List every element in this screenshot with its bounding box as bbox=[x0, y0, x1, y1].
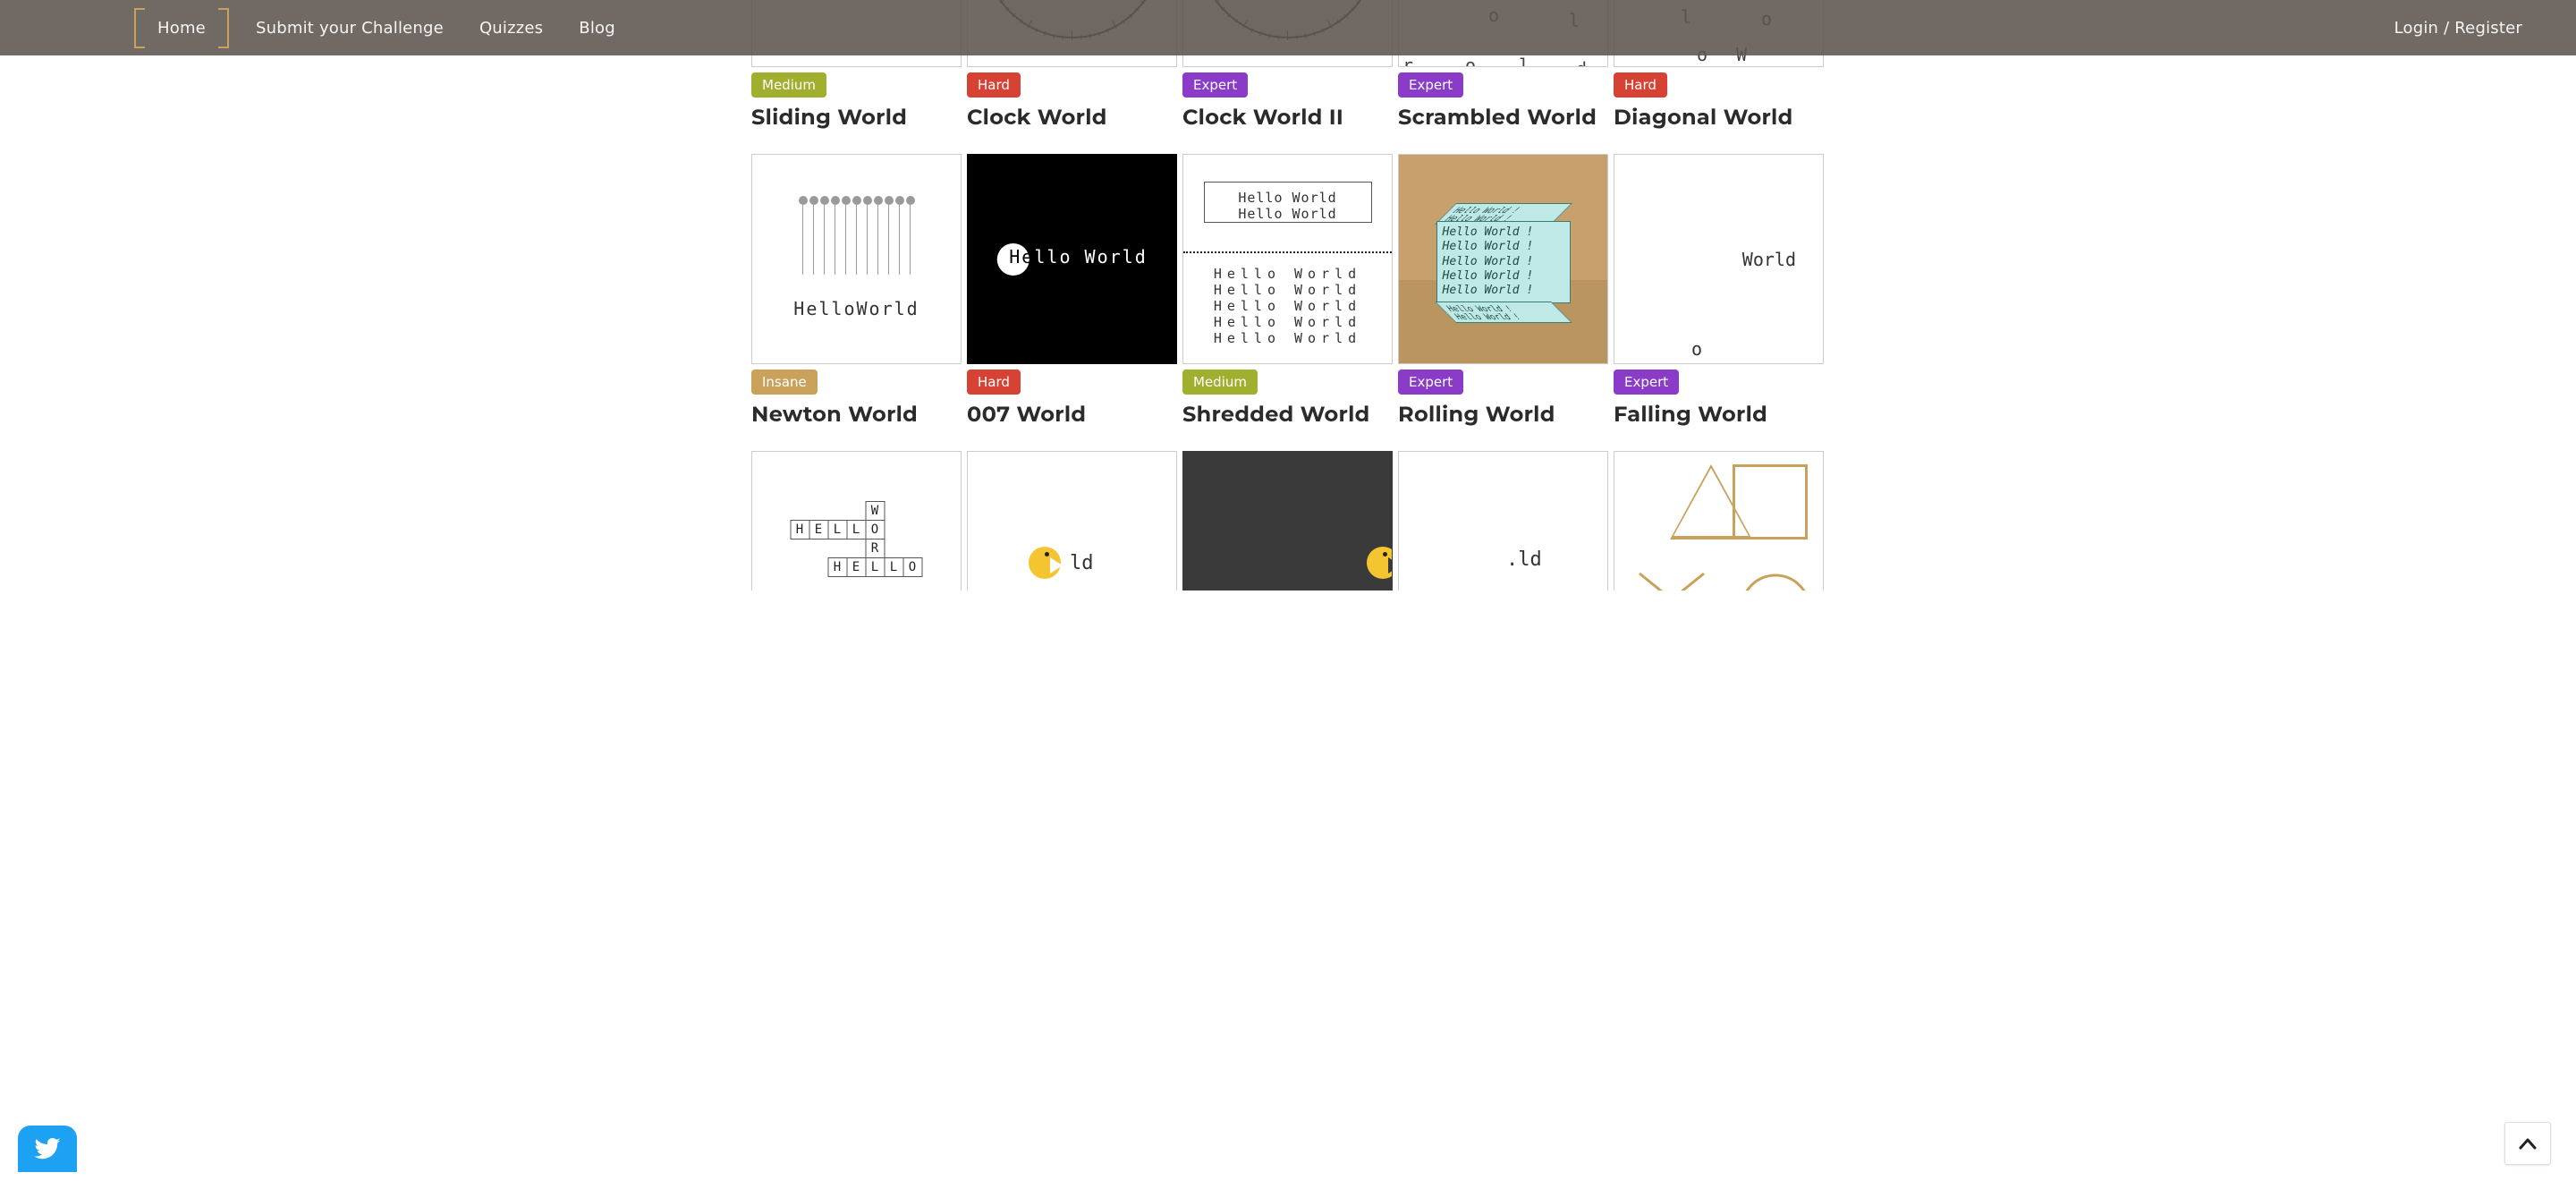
challenge-card[interactable] bbox=[1182, 451, 1393, 590]
nav-quizzes[interactable]: Quizzes bbox=[479, 19, 543, 38]
challenge-thumbnail[interactable] bbox=[1182, 451, 1393, 590]
challenge-card[interactable]: HelloWorld Insane Newton World bbox=[751, 154, 962, 428]
nav-submit[interactable]: Submit your Challenge bbox=[256, 19, 444, 38]
difficulty-badge: Expert bbox=[1182, 72, 1248, 98]
twitter-icon bbox=[30, 1134, 64, 1163]
challenge-thumbnail[interactable]: Hello WorldHello WorldHello WorldHello W… bbox=[1182, 154, 1393, 364]
nav-login[interactable]: Login / Register bbox=[2394, 19, 2522, 38]
difficulty-badge: Medium bbox=[1182, 370, 1258, 395]
main-content: MediumSliding WorldH e l l o W o r l dHa… bbox=[751, 0, 1825, 590]
challenge-title: Shredded World bbox=[1182, 402, 1393, 428]
challenge-thumbnail[interactable]: Hello World ! Hello World !Hello World !… bbox=[1398, 154, 1608, 364]
difficulty-badge: Insane bbox=[751, 370, 818, 395]
difficulty-badge: Medium bbox=[751, 72, 826, 98]
challenge-thumbnail[interactable]: WHELLORHELLO bbox=[751, 451, 962, 590]
challenge-thumbnail[interactable]: Worldo bbox=[1614, 154, 1824, 364]
scroll-to-top-button[interactable] bbox=[2504, 1122, 2551, 1165]
challenge-card[interactable]: ld bbox=[967, 451, 1177, 590]
challenge-card[interactable] bbox=[1614, 451, 1824, 590]
challenge-title: Sliding World bbox=[751, 105, 962, 131]
challenge-thumbnail[interactable]: .ld bbox=[1398, 451, 1608, 590]
challenge-title: Scrambled World bbox=[1398, 105, 1608, 131]
challenge-card[interactable]: Hello World ! Hello World !Hello World !… bbox=[1398, 154, 1608, 428]
challenge-title: 007 World bbox=[967, 402, 1177, 428]
challenge-card[interactable]: Hello WorldHello WorldHello WorldHello W… bbox=[1182, 154, 1393, 428]
top-nav: Home Submit your Challenge Quizzes Blog … bbox=[0, 0, 2576, 55]
nav-right: Login / Register bbox=[2394, 19, 2522, 38]
challenge-card[interactable]: Hello World Hard 007 World bbox=[967, 154, 1177, 428]
difficulty-badge: Expert bbox=[1614, 370, 1679, 395]
challenge-card[interactable]: WHELLORHELLO bbox=[751, 451, 962, 590]
difficulty-badge: Hard bbox=[1614, 72, 1667, 98]
difficulty-badge: Expert bbox=[1398, 72, 1463, 98]
challenge-title: Newton World bbox=[751, 402, 962, 428]
difficulty-badge: Hard bbox=[967, 72, 1021, 98]
difficulty-badge: Expert bbox=[1398, 370, 1463, 395]
challenge-title: Diagonal World bbox=[1614, 105, 1824, 131]
nav-left: Home Submit your Challenge Quizzes Blog bbox=[143, 13, 615, 43]
difficulty-badge: Hard bbox=[967, 370, 1021, 395]
nav-home[interactable]: Home bbox=[143, 13, 220, 43]
challenge-title: Clock World bbox=[967, 105, 1177, 131]
nav-blog[interactable]: Blog bbox=[579, 19, 615, 38]
challenge-thumbnail[interactable]: Hello World bbox=[967, 154, 1177, 364]
challenge-title: Rolling World bbox=[1398, 402, 1608, 428]
twitter-button[interactable] bbox=[18, 1126, 77, 1172]
chevron-up-icon bbox=[2519, 1137, 2537, 1150]
challenge-title: Falling World bbox=[1614, 402, 1824, 428]
challenge-card[interactable]: .ld bbox=[1398, 451, 1608, 590]
challenge-thumbnail[interactable]: HelloWorld bbox=[751, 154, 962, 364]
challenge-title: Clock World II bbox=[1182, 105, 1393, 131]
challenge-thumbnail[interactable] bbox=[1614, 451, 1824, 590]
challenge-grid: MediumSliding WorldH e l l o W o r l dHa… bbox=[751, 0, 1825, 590]
challenge-thumbnail[interactable]: ld bbox=[967, 451, 1177, 590]
challenge-card[interactable]: Worldo Expert Falling World bbox=[1614, 154, 1824, 428]
